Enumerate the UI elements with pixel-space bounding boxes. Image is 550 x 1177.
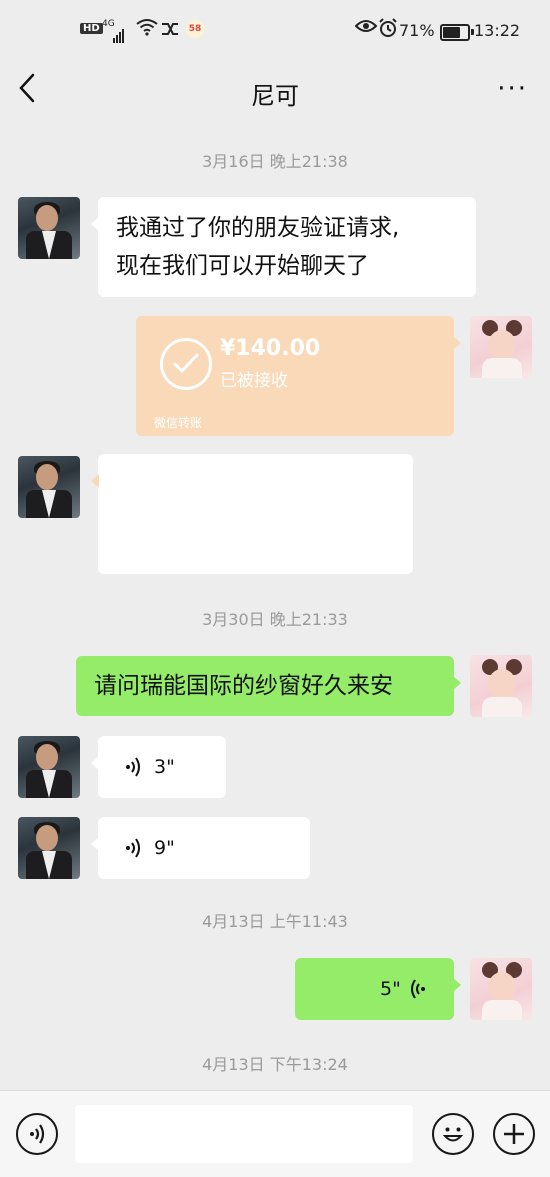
voice-duration: 3" (154, 756, 175, 778)
smiley-icon (442, 1127, 464, 1142)
input-bar (0, 1090, 550, 1177)
voice-wave-icon (124, 837, 144, 864)
timestamp: 4月13日 下午13:24 (202, 1055, 348, 1074)
alarm-icon (378, 18, 398, 43)
more-functions-button[interactable] (493, 1113, 535, 1155)
message-input[interactable] (75, 1105, 413, 1163)
voice-wave-icon (407, 978, 427, 1005)
message-text-line: 现在我们可以开始聊天了 (116, 253, 369, 279)
voice-icon (30, 1124, 45, 1144)
my-avatar[interactable] (470, 655, 532, 717)
check-icon (160, 338, 212, 390)
voice-duration: 5" (380, 978, 401, 1000)
contact-avatar[interactable] (18, 736, 80, 798)
contact-avatar[interactable] (18, 456, 80, 518)
message-bubble[interactable]: 我通过了你的朋友验证请求, 现在我们可以开始聊天了 (91, 197, 476, 297)
voice-message[interactable]: 9" (91, 817, 310, 879)
timestamp: 4月13日 上午11:43 (202, 912, 348, 931)
voice-input-button[interactable] (16, 1113, 58, 1155)
my-avatar[interactable] (470, 958, 532, 1020)
transfer-status: 已被接收 (220, 371, 288, 391)
battery-percent: 71% (399, 21, 435, 40)
battery-icon (440, 24, 474, 41)
wifi-icon (136, 18, 158, 41)
transfer-label: 微信转账 (116, 554, 165, 568)
message-text-line: 我通过了你的朋友验证请求, (116, 215, 400, 241)
timestamp: 3月30日 晚上21:33 (202, 610, 348, 629)
shuffle-icon (160, 20, 180, 42)
transfer-label: 微信转账 (154, 416, 203, 430)
message-text: 请问瑞能国际的纱窗好久来安 (94, 673, 393, 699)
transfer-status: 已收款 (182, 509, 233, 529)
voice-message[interactable]: 3" (91, 736, 226, 798)
transfer-card[interactable]: ¥140.00 已被接收 微信转账 (136, 316, 461, 436)
message-bubble[interactable]: 请问瑞能国际的纱窗好久来安 (76, 656, 461, 716)
check-icon (120, 478, 172, 530)
contact-avatar[interactable] (18, 197, 80, 259)
emoji-button[interactable] (432, 1113, 474, 1155)
more-options-button[interactable]: ··· (488, 72, 528, 110)
transfer-card[interactable]: ¥140.00 已收款 微信转账 (91, 454, 413, 574)
chat-title: 尼可 (251, 82, 299, 110)
eye-icon (354, 18, 378, 39)
chat-header: 尼可 ··· (0, 62, 550, 120)
signal-icon (113, 24, 125, 43)
status-bar: HD 4G 58 71% 13:22 (0, 0, 550, 62)
timestamp: 3月16日 晚上21:38 (202, 152, 348, 171)
voice-duration: 9" (154, 837, 175, 859)
transfer-amount: ¥140.00 (182, 474, 283, 499)
plus-icon (504, 1124, 524, 1144)
contact-avatar[interactable] (18, 817, 80, 879)
app-58-icon: 58 (186, 20, 204, 38)
transfer-amount: ¥140.00 (220, 336, 321, 361)
voice-wave-icon (124, 756, 144, 783)
my-avatar[interactable] (470, 316, 532, 378)
hd-indicator: HD (80, 23, 103, 34)
clock: 13:22 (474, 21, 521, 40)
voice-message[interactable]: 5" (295, 958, 461, 1020)
